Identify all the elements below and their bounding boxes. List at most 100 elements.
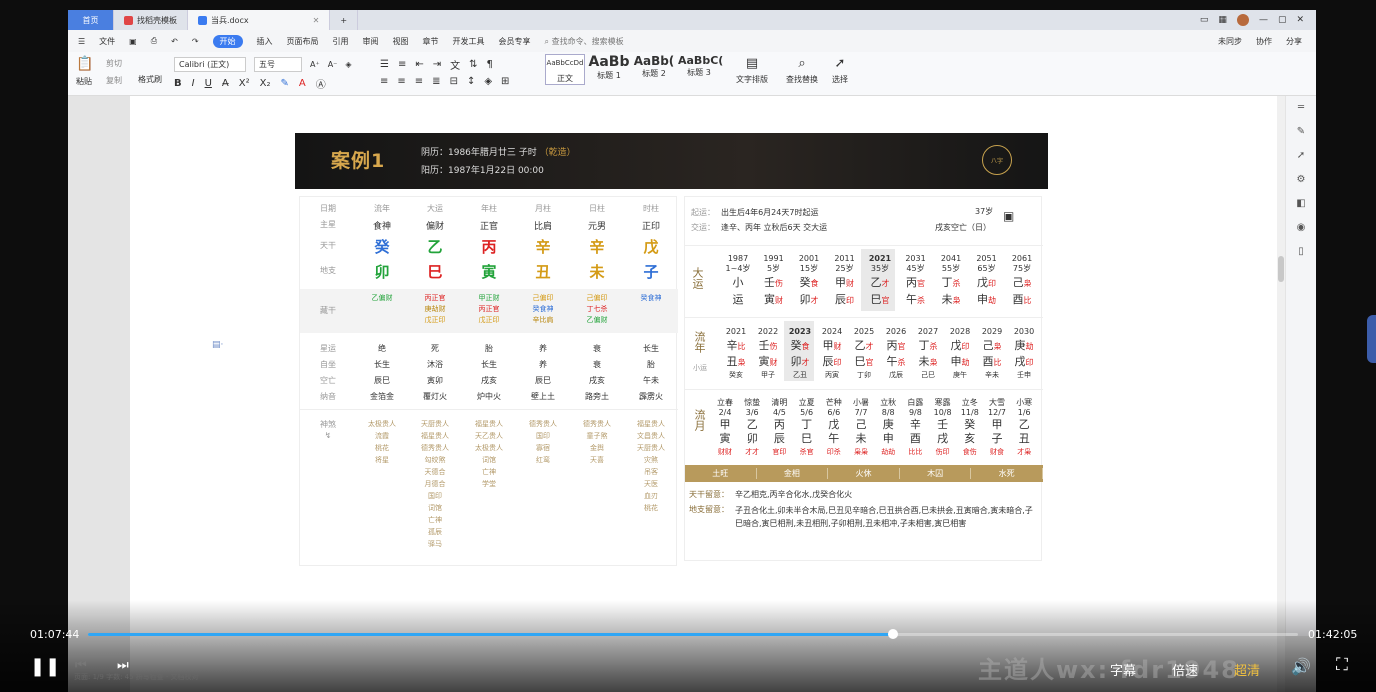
subscript-icon[interactable]: X₂: [260, 78, 271, 89]
style-heading1[interactable]: AaBb 标题 1: [588, 54, 630, 81]
find-icon[interactable]: ⌕: [798, 56, 805, 71]
font-family-select[interactable]: Calibri (正文): [174, 57, 246, 72]
undo-icon[interactable]: ↶: [171, 37, 178, 46]
avatar[interactable]: [1236, 14, 1249, 26]
cut-button[interactable]: 剪切: [106, 58, 122, 69]
paste-button[interactable]: 粘贴: [76, 76, 92, 87]
align-center-icon[interactable]: ≡: [397, 76, 405, 87]
pen-icon[interactable]: ✎: [1297, 126, 1305, 137]
grow-font-icon[interactable]: A⁺: [310, 60, 320, 69]
style-heading3[interactable]: AaBbC(标题 3: [678, 54, 723, 78]
minimize-icon[interactable]: —: [1259, 15, 1268, 25]
grid-icon[interactable]: ▦: [1218, 15, 1227, 25]
prev-icon[interactable]: ⏮: [75, 658, 87, 673]
hamburger-icon[interactable]: ☰: [78, 37, 85, 46]
menu-start[interactable]: 开始: [212, 34, 243, 48]
shensha-item: 金舆: [590, 444, 604, 452]
sort-icon[interactable]: ⇅: [469, 59, 477, 70]
text-layout-icon[interactable]: ▤: [746, 56, 758, 71]
tab-home[interactable]: 首页: [68, 10, 114, 30]
indent-icon[interactable]: ⇥: [433, 59, 441, 70]
cursor-icon[interactable]: ➚: [835, 56, 846, 71]
menu-layout[interactable]: 页面布局: [287, 36, 319, 47]
paste-icon[interactable]: 📋: [76, 56, 93, 72]
new-tab-button[interactable]: +: [330, 10, 359, 30]
liuyue-branch: 巳: [801, 432, 813, 445]
settings-sliders-icon[interactable]: ⚙: [1297, 174, 1306, 185]
find-replace-button[interactable]: 查找替换: [786, 74, 818, 85]
shading-icon[interactable]: ◈: [484, 76, 492, 87]
menu-member[interactable]: 会员专享: [499, 36, 531, 47]
menu-section[interactable]: 章节: [423, 36, 439, 47]
numbering-icon[interactable]: ≡: [398, 59, 406, 70]
menu-review[interactable]: 审阅: [363, 36, 379, 47]
collapse-icon[interactable]: ═: [1298, 102, 1304, 113]
highlight-icon[interactable]: ✎: [280, 78, 288, 89]
style-normal[interactable]: AaBbCcDd 正文: [545, 54, 585, 85]
superscript-icon[interactable]: X²: [239, 78, 250, 89]
paragraph-marker-icon[interactable]: ▤·: [212, 340, 223, 350]
align-right-icon[interactable]: ≡: [415, 76, 423, 87]
menu-view[interactable]: 视图: [393, 36, 409, 47]
menu-reference[interactable]: 引用: [333, 36, 349, 47]
justify-icon[interactable]: ≣: [432, 76, 440, 87]
redo-icon[interactable]: ↷: [192, 37, 199, 46]
outdent-icon[interactable]: ⇤: [415, 59, 423, 70]
font-size-select[interactable]: 五号: [254, 57, 302, 72]
line-spacing-icon[interactable]: ↕: [467, 76, 475, 87]
copy-button[interactable]: 复制: [106, 75, 122, 86]
format-painter-button[interactable]: 格式刷: [138, 74, 162, 85]
bullets-icon[interactable]: ☰: [380, 59, 389, 70]
tab-template[interactable]: 找稻壳模板: [114, 10, 188, 30]
char-border-icon[interactable]: Ⓐ: [316, 76, 326, 91]
subtitle-button[interactable]: 字幕: [1110, 660, 1136, 679]
strikethrough-icon[interactable]: A̶: [222, 78, 229, 89]
bold-icon[interactable]: B: [174, 78, 182, 89]
shrink-font-icon[interactable]: A⁻: [328, 60, 338, 69]
shapes-icon[interactable]: ◧: [1296, 198, 1305, 209]
clear-format-icon[interactable]: ◈: [345, 60, 351, 69]
chinese-layout-icon[interactable]: 文: [450, 57, 460, 72]
calendar-icon[interactable]: ▣: [1003, 209, 1014, 223]
show-marks-icon[interactable]: ¶: [487, 59, 493, 70]
location-icon[interactable]: ◉: [1297, 222, 1306, 233]
side-drawer-handle[interactable]: [1367, 315, 1376, 363]
shensha-item: 寡宿: [536, 444, 550, 452]
book-icon[interactable]: ▯: [1298, 246, 1304, 257]
speed-button[interactable]: 倍速: [1172, 660, 1198, 679]
fullscreen-icon[interactable]: ⛶: [1336, 655, 1348, 675]
scrollbar-thumb[interactable]: [1278, 256, 1284, 282]
dayun-branch-god: 劫: [988, 296, 996, 305]
style-heading2[interactable]: AaBb(标题 2: [633, 54, 675, 79]
share-button[interactable]: 分享: [1286, 36, 1316, 47]
menu-devtools[interactable]: 开发工具: [453, 36, 485, 47]
pause-icon[interactable]: ❚❚: [30, 656, 60, 677]
progress-knob[interactable]: [887, 629, 898, 639]
sync-status[interactable]: 未同步: [1218, 36, 1242, 47]
close-tab-icon[interactable]: ✕: [313, 16, 320, 25]
menu-insert[interactable]: 插入: [257, 36, 273, 47]
hidden-stem: 乙偏财: [586, 316, 608, 324]
tab-document[interactable]: 当兵.docx ✕: [188, 10, 331, 30]
quality-button[interactable]: 超清: [1234, 660, 1260, 679]
next-icon[interactable]: ⏭: [117, 658, 129, 673]
select-button[interactable]: 选择: [832, 74, 848, 85]
search-command-input[interactable]: ⌕ 查找命令、搜索模板: [545, 36, 624, 47]
menu-file[interactable]: 文件: [99, 36, 115, 47]
print-icon[interactable]: ⎙: [151, 36, 157, 46]
underline-icon[interactable]: U: [205, 78, 212, 89]
align-left-icon[interactable]: ≡: [380, 76, 388, 87]
pointer-icon[interactable]: ➚: [1297, 150, 1305, 161]
volume-icon[interactable]: 🔊: [1291, 657, 1311, 676]
borders-icon[interactable]: ⊞: [501, 76, 509, 87]
collab-button[interactable]: 协作: [1256, 36, 1272, 47]
layout-icon[interactable]: ▭: [1200, 15, 1209, 25]
distribute-icon[interactable]: ⊟: [450, 76, 458, 87]
maximize-icon[interactable]: ▢: [1278, 15, 1287, 25]
save-icon[interactable]: ▣: [129, 37, 137, 46]
font-color-icon[interactable]: A: [299, 78, 306, 89]
progress-track[interactable]: [88, 629, 1298, 639]
italic-icon[interactable]: I: [192, 78, 195, 89]
close-icon[interactable]: ✕: [1296, 15, 1304, 25]
text-layout-button[interactable]: 文字排版: [736, 74, 768, 85]
